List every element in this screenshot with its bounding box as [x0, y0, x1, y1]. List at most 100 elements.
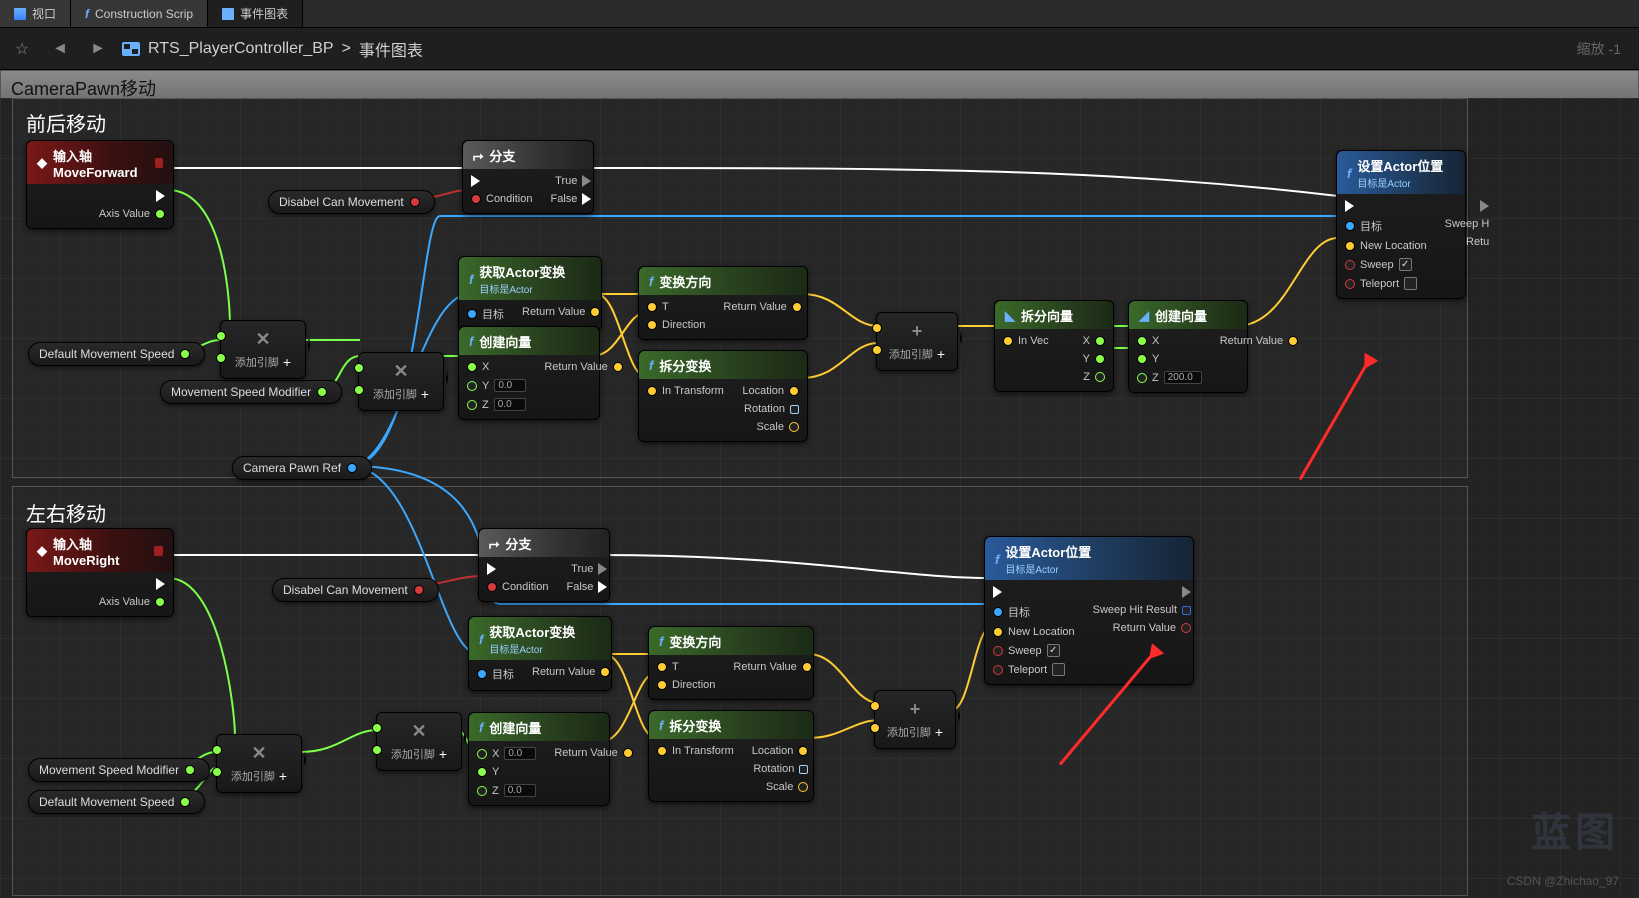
- pin-z[interactable]: Z0.0: [467, 398, 526, 411]
- transform-direction-side[interactable]: f变换方向 T Direction Return Value: [648, 626, 814, 700]
- pin-sweep[interactable]: Sweep✓: [1345, 258, 1427, 271]
- transform-direction-fwd[interactable]: f变换方向 T Direction Return Value: [638, 266, 808, 340]
- pin-z[interactable]: Z: [1083, 371, 1105, 383]
- pin-y[interactable]: Y: [477, 766, 536, 778]
- x-input[interactable]: 0.0: [504, 747, 536, 760]
- pin-target[interactable]: 目标: [1345, 218, 1427, 234]
- pin-y[interactable]: Y0.0: [467, 379, 526, 392]
- exec-in[interactable]: [993, 586, 1075, 598]
- var-default-speed-2[interactable]: Default Movement Speed: [28, 790, 205, 814]
- add-pin-button[interactable]: 添加引脚+: [373, 386, 429, 402]
- pin-axis-value[interactable]: Axis Value: [99, 208, 165, 220]
- pin-scale[interactable]: Scale: [752, 781, 809, 793]
- pin-x[interactable]: X0.0: [477, 747, 536, 760]
- pin-return[interactable]: Return Value: [544, 361, 622, 373]
- pin-target[interactable]: 目标: [993, 604, 1075, 620]
- get-actor-transform-side[interactable]: f获取Actor变换目标是Actor 目标 Return Value: [468, 616, 612, 691]
- z-input[interactable]: 0.0: [504, 784, 536, 797]
- add-pin-button[interactable]: 添加引脚+: [235, 354, 291, 370]
- multiply-node-1[interactable]: ✕ 添加引脚+: [220, 320, 306, 379]
- add-node-side[interactable]: + 添加引脚+: [874, 690, 956, 749]
- pin-condition[interactable]: Condition: [487, 581, 548, 593]
- pin-location[interactable]: Location: [752, 745, 809, 757]
- sweep-checkbox[interactable]: ✓: [1047, 644, 1060, 657]
- multiply-node-2[interactable]: ✕ 添加引脚+: [358, 352, 444, 411]
- var-speed-modifier[interactable]: Movement Speed Modifier: [160, 380, 342, 404]
- var-disabel-can-movement-2[interactable]: Disabel Can Movement: [272, 578, 439, 602]
- pin-new-location[interactable]: New Location: [993, 626, 1075, 638]
- pin-x[interactable]: X: [1083, 335, 1105, 347]
- pin-sweep-hit[interactable]: Sweep H: [1445, 218, 1490, 230]
- pin-in-transform[interactable]: In Transform: [657, 745, 734, 757]
- event-input-axis-fwd[interactable]: ◆输入轴MoveForward Axis Value: [26, 140, 174, 229]
- pin-x[interactable]: X: [467, 361, 526, 373]
- tab-construction[interactable]: f Construction Scrip: [71, 0, 208, 27]
- add-pin-button[interactable]: 添加引脚+: [391, 746, 447, 762]
- pin-t[interactable]: T: [657, 661, 715, 673]
- pin-return[interactable]: Return Value: [733, 661, 811, 673]
- branch-node-fwd[interactable]: ⮣分支 Condition True False: [462, 140, 594, 214]
- var-disabel-can-movement[interactable]: Disabel Can Movement: [268, 190, 435, 214]
- pin-target[interactable]: 目标: [477, 666, 514, 682]
- sweep-checkbox[interactable]: ✓: [1399, 258, 1412, 271]
- pin-y[interactable]: Y: [1137, 353, 1202, 365]
- nav-back-button[interactable]: ◄: [46, 35, 74, 63]
- pin-false[interactable]: False: [566, 581, 607, 593]
- add-node-fwd[interactable]: + 添加引脚+: [876, 312, 958, 371]
- exec-in[interactable]: [471, 175, 532, 187]
- nav-fwd-button[interactable]: ►: [84, 35, 112, 63]
- var-camera-pawn-ref[interactable]: Camera Pawn Ref: [232, 456, 372, 480]
- var-default-speed[interactable]: Default Movement Speed: [28, 342, 205, 366]
- multiply-node-4[interactable]: ✕ 添加引脚+: [376, 712, 462, 771]
- pin-rotation[interactable]: Rotation: [742, 403, 799, 415]
- branch-node-side[interactable]: ⮣分支 Condition True False: [478, 528, 610, 602]
- multiply-node-3[interactable]: ✕ 添加引脚+: [216, 734, 302, 793]
- exec-out[interactable]: [1093, 586, 1191, 598]
- pin-scale[interactable]: Scale: [742, 421, 799, 433]
- pin-return[interactable]: Return Value: [1093, 622, 1191, 634]
- tab-event-graph[interactable]: 事件图表: [208, 0, 303, 27]
- pin-return[interactable]: Retu: [1445, 236, 1490, 248]
- pin-true[interactable]: True: [550, 175, 591, 187]
- pin-in-vec[interactable]: In Vec: [1003, 335, 1049, 347]
- pin-z[interactable]: Z200.0: [1137, 371, 1202, 384]
- breadcrumb[interactable]: RTS_PlayerController_BP > 事件图表: [122, 37, 423, 61]
- pin-return[interactable]: Return Value: [554, 747, 632, 759]
- pin-rotation[interactable]: Rotation: [752, 763, 809, 775]
- z-input[interactable]: 0.0: [494, 398, 526, 411]
- pin-return[interactable]: Return Value: [1220, 335, 1298, 347]
- pin-return[interactable]: Return Value: [532, 666, 610, 678]
- pin-in-transform[interactable]: In Transform: [647, 385, 724, 397]
- get-actor-transform-fwd[interactable]: f获取Actor变换目标是Actor 目标 Return Value: [458, 256, 602, 331]
- pin-sweep-hit[interactable]: Sweep Hit Result: [1093, 604, 1191, 616]
- exec-out[interactable]: [99, 190, 165, 202]
- pin-teleport[interactable]: Teleport: [1345, 277, 1427, 290]
- pin-sweep[interactable]: Sweep✓: [993, 644, 1075, 657]
- pin-target[interactable]: 目标: [467, 306, 504, 322]
- pin-teleport[interactable]: Teleport: [993, 663, 1075, 676]
- pin-t[interactable]: T: [647, 301, 705, 313]
- tab-viewport[interactable]: 视口: [0, 0, 71, 27]
- teleport-checkbox[interactable]: [1052, 663, 1065, 676]
- z-input[interactable]: 200.0: [1164, 371, 1202, 384]
- pin-z[interactable]: Z0.0: [477, 784, 536, 797]
- pin-x[interactable]: X: [1137, 335, 1202, 347]
- pin-true[interactable]: True: [566, 563, 607, 575]
- pin-return[interactable]: Return Value: [723, 301, 801, 313]
- break-transform-fwd[interactable]: f拆分变换 In Transform Location Rotation Sca…: [638, 350, 808, 442]
- graph-canvas[interactable]: 前后移动 左右移动: [0, 98, 1639, 898]
- pin-direction[interactable]: Direction: [657, 679, 715, 691]
- pin-new-location[interactable]: New Location: [1345, 240, 1427, 252]
- break-transform-side[interactable]: f拆分变换 In Transform Location Rotation Sca…: [648, 710, 814, 802]
- make-vector-fixed-fwd[interactable]: ◢创建向量 X Y Z200.0 Return Value: [1128, 300, 1248, 393]
- pin-false[interactable]: False: [550, 193, 591, 205]
- favorite-button[interactable]: ☆: [8, 35, 36, 63]
- set-actor-location-side[interactable]: f设置Actor位置目标是Actor 目标 New Location Sweep…: [984, 536, 1194, 685]
- var-speed-modifier-2[interactable]: Movement Speed Modifier: [28, 758, 210, 782]
- exec-out[interactable]: [1445, 200, 1490, 212]
- y-input[interactable]: 0.0: [494, 379, 526, 392]
- exec-in[interactable]: [1345, 200, 1427, 212]
- exec-out[interactable]: [99, 578, 165, 590]
- pin-axis-value[interactable]: Axis Value: [99, 596, 165, 608]
- add-pin-button[interactable]: 添加引脚+: [889, 346, 945, 362]
